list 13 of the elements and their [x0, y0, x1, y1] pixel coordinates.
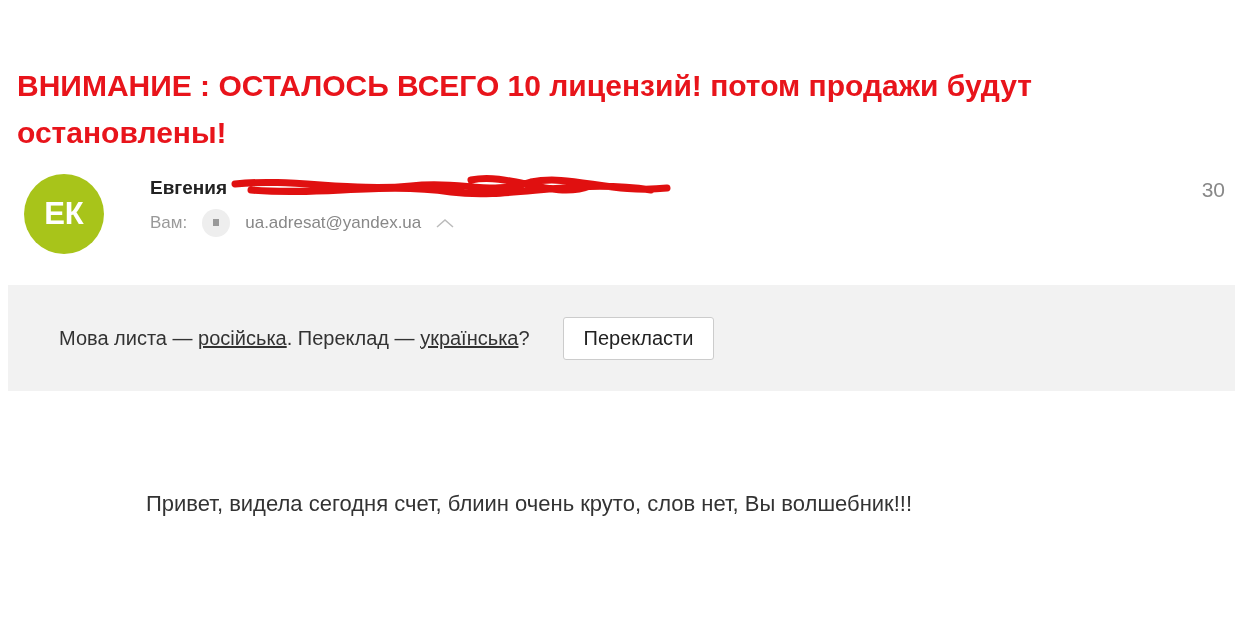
- language-link[interactable]: українська: [420, 326, 519, 349]
- warning-headline: ВНИМАНИЕ : ОСТАЛОСЬ ВСЕГО 10 лицензий! потом продажи будут остановлены!: [16, 68, 1033, 151]
- avatar: ЕК: [24, 174, 104, 254]
- email-body-text: Привет, видела сегодня счет, блиин очень круто, слов нет, Вы волшебник!!!: [145, 490, 914, 517]
- recipient-label: Вам:: [150, 213, 188, 233]
- email-date: 30: [1201, 178, 1225, 202]
- recipient-avatar-icon: [201, 208, 232, 238]
- language-link[interactable]: російська: [198, 326, 287, 349]
- translate-button[interactable]: Перекласти: [562, 316, 715, 360]
- caret-icon[interactable]: [435, 217, 456, 229]
- translate-prompt: Мова листа — російська. Переклад — українська?: [59, 326, 530, 350]
- sender-name: Евгения: [150, 177, 228, 199]
- recipient-email: ua.adresat@yandex.ua: [245, 213, 422, 233]
